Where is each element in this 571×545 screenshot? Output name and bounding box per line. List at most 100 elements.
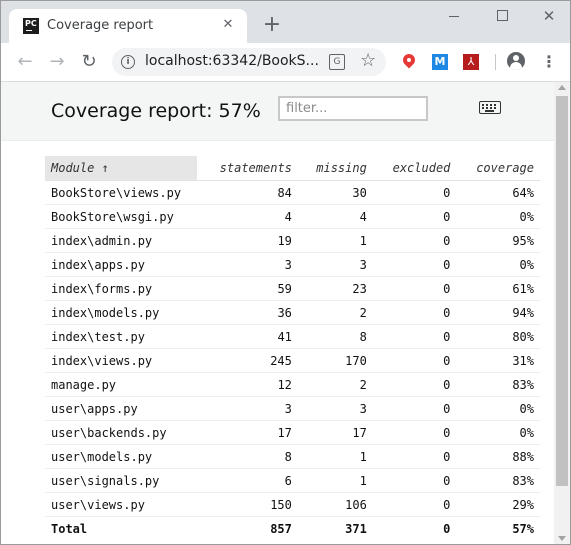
module-link[interactable]: BookStore\wsgi.py — [45, 204, 197, 229]
cell-missing: 3 — [297, 252, 373, 277]
new-tab-button[interactable]: + — [260, 14, 284, 38]
cell-statements: 17 — [197, 420, 298, 445]
table-row: manage.py 12 2 0 83% — [45, 372, 540, 397]
minimize-icon[interactable] — [439, 5, 469, 27]
keyboard-shortcuts-icon[interactable] — [479, 101, 501, 114]
cell-missing: 2 — [297, 300, 373, 325]
browser-toolbar: ← → ↻ i localhost:63342/BookS... G ☆ M ⅄… — [1, 43, 570, 82]
cell-coverage: 31% — [456, 348, 540, 373]
table-body: BookStore\views.py 84 30 0 64% BookStore\wsgi… — [45, 180, 540, 517]
column-header-module[interactable]: Module ↑ — [45, 156, 197, 181]
cell-statements: 84 — [197, 180, 298, 205]
cell-missing: 23 — [297, 276, 373, 301]
scroll-up-arrow-icon[interactable] — [558, 85, 566, 90]
cell-missing: 1 — [297, 228, 373, 253]
cell-coverage: 83% — [456, 468, 540, 493]
cell-coverage: 61% — [456, 276, 540, 301]
forward-arrow-icon[interactable]: → — [45, 50, 69, 74]
module-link[interactable]: index\apps.py — [45, 252, 197, 277]
maximize-icon[interactable] — [487, 5, 517, 27]
module-link[interactable]: BookStore\views.py — [45, 180, 197, 205]
table-row: index\forms.py 59 23 0 61% — [45, 276, 540, 301]
window-close-icon[interactable]: ✕ — [534, 5, 564, 27]
report-header: Coverage report: 57% — [1, 82, 554, 141]
browser-window: PC Coverage report ✕ + ✕ ← → ↻ i localho… — [0, 0, 571, 545]
cell-excluded: 0 — [372, 420, 457, 445]
cell-coverage: 0% — [456, 252, 540, 277]
table-row: user\backends.py 17 17 0 0% — [45, 420, 540, 445]
table-row: BookStore\wsgi.py 4 4 0 0% — [45, 204, 540, 229]
cell-excluded: 0 — [372, 300, 457, 325]
cell-excluded: 0 — [372, 492, 457, 517]
reload-icon[interactable]: ↻ — [77, 50, 101, 74]
scroll-down-arrow-icon[interactable] — [558, 536, 566, 541]
cell-statements: 41 — [197, 324, 298, 349]
tab-coverage-report[interactable]: PC Coverage report ✕ — [9, 9, 247, 43]
cell-statements: 3 — [197, 252, 298, 277]
cell-coverage: 88% — [456, 444, 540, 469]
menu-dots-icon[interactable]: ⋮ — [541, 53, 557, 71]
cell-statements: 19 — [197, 228, 298, 253]
module-link[interactable]: user\backends.py — [45, 420, 197, 445]
star-icon[interactable]: ☆ — [360, 50, 376, 72]
cell-excluded: 0 — [372, 348, 457, 373]
cell-coverage: 29% — [456, 492, 540, 517]
m-extension-icon[interactable]: M — [432, 54, 448, 70]
table-row: index\apps.py 3 3 0 0% — [45, 252, 540, 277]
cell-statements: 4 — [197, 204, 298, 229]
cell-statements: 12 — [197, 372, 298, 397]
cell-statements: 8 — [197, 444, 298, 469]
info-icon[interactable]: i — [121, 55, 135, 69]
cell-statements: 36 — [197, 300, 298, 325]
cell-excluded: 0 — [372, 276, 457, 301]
cell-statements: 150 — [197, 492, 298, 517]
column-header-missing[interactable]: missing — [297, 156, 373, 181]
total-excluded: 0 — [443, 521, 451, 536]
profile-icon[interactable] — [507, 52, 525, 70]
module-link[interactable]: index\admin.py — [45, 228, 197, 253]
cell-excluded: 0 — [372, 228, 457, 253]
cell-statements: 59 — [197, 276, 298, 301]
cell-coverage: 80% — [456, 324, 540, 349]
cell-statements: 6 — [197, 468, 298, 493]
url-text[interactable]: localhost:63342/BookS... — [145, 53, 319, 69]
translate-icon[interactable]: G — [329, 54, 345, 70]
pycharm-favicon-icon: PC — [23, 18, 39, 34]
cell-missing: 1 — [297, 468, 373, 493]
cell-excluded: 0 — [372, 180, 457, 205]
module-link[interactable]: manage.py — [45, 372, 197, 397]
module-link[interactable]: user\views.py — [45, 492, 197, 517]
cell-missing: 4 — [297, 204, 373, 229]
page-title: Coverage report: 57% — [51, 100, 261, 122]
location-pin-icon[interactable] — [400, 51, 418, 71]
module-link[interactable]: user\signals.py — [45, 468, 197, 493]
cell-excluded: 0 — [372, 252, 457, 277]
vertical-scrollbar[interactable] — [554, 82, 570, 544]
cell-missing: 3 — [297, 396, 373, 421]
back-arrow-icon[interactable]: ← — [13, 50, 37, 74]
module-link[interactable]: index\models.py — [45, 300, 197, 325]
cell-coverage: 0% — [456, 420, 540, 445]
column-header-excluded[interactable]: excluded — [372, 156, 457, 181]
module-link[interactable]: user\models.py — [45, 444, 197, 469]
table-row: index\admin.py 19 1 0 95% — [45, 228, 540, 253]
table-row: user\models.py 8 1 0 88% — [45, 444, 540, 469]
page-content: Coverage report: 57% Module ↑ statements… — [1, 82, 554, 544]
column-header-coverage[interactable]: coverage — [456, 156, 540, 181]
table-row: BookStore\views.py 84 30 0 64% — [45, 180, 540, 205]
module-link[interactable]: index\views.py — [45, 348, 197, 373]
toolbar-divider — [495, 54, 496, 70]
scroll-thumb[interactable] — [556, 96, 568, 486]
module-link[interactable]: user\apps.py — [45, 396, 197, 421]
cell-statements: 245 — [197, 348, 298, 373]
module-link[interactable]: index\test.py — [45, 324, 197, 349]
tab-strip: PC Coverage report ✕ + ✕ — [1, 1, 570, 43]
address-bar[interactable]: i localhost:63342/BookS... G ☆ — [112, 48, 386, 76]
pdf-extension-icon[interactable]: ⅄ — [463, 54, 479, 70]
tab-close-icon[interactable]: ✕ — [219, 16, 237, 34]
filter-input[interactable] — [278, 96, 428, 121]
cell-excluded: 0 — [372, 444, 457, 469]
module-link[interactable]: index\forms.py — [45, 276, 197, 301]
cell-excluded: 0 — [372, 396, 457, 421]
column-header-statements[interactable]: statements — [197, 156, 298, 181]
